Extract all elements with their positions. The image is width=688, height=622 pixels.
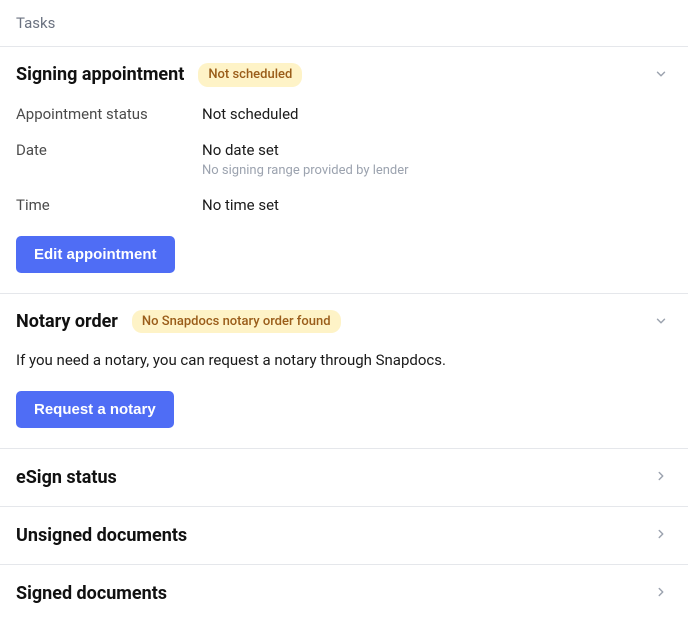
section-esign-status[interactable]: eSign status (0, 449, 688, 507)
notary-title: Notary order (16, 311, 118, 332)
status-value: Not scheduled (202, 105, 298, 123)
section-signed-documents[interactable]: Signed documents (0, 565, 688, 622)
esign-header[interactable]: eSign status (16, 467, 672, 488)
section-notary-order: Notary order No Snapdocs notary order fo… (0, 294, 688, 450)
date-value: No date set (202, 141, 409, 159)
signing-badge: Not scheduled (198, 63, 302, 87)
signing-title: Signing appointment (16, 64, 184, 85)
row-time: Time No time set (16, 196, 672, 214)
section-unsigned-documents[interactable]: Unsigned documents (0, 507, 688, 565)
chevron-down-icon[interactable] (654, 314, 668, 328)
tasks-header: Tasks (0, 0, 688, 47)
tasks-label: Tasks (16, 14, 55, 32)
time-value: No time set (202, 196, 279, 214)
chevron-right-icon[interactable] (654, 585, 668, 599)
row-appointment-status: Appointment status Not scheduled (16, 105, 672, 123)
date-label: Date (16, 141, 202, 159)
chevron-down-icon[interactable] (654, 67, 668, 81)
edit-appointment-button[interactable]: Edit appointment (16, 236, 175, 273)
chevron-right-icon[interactable] (654, 469, 668, 483)
date-note: No signing range provided by lender (202, 163, 409, 178)
time-label: Time (16, 196, 202, 214)
unsigned-title: Unsigned documents (16, 525, 187, 546)
unsigned-header[interactable]: Unsigned documents (16, 525, 672, 546)
section-signing-appointment: Signing appointment Not scheduled Appoin… (0, 47, 688, 294)
signing-header[interactable]: Signing appointment Not scheduled (16, 63, 672, 87)
notary-header[interactable]: Notary order No Snapdocs notary order fo… (16, 310, 672, 334)
signed-title: Signed documents (16, 583, 167, 604)
esign-title: eSign status (16, 467, 117, 488)
signed-header[interactable]: Signed documents (16, 583, 672, 604)
request-notary-button[interactable]: Request a notary (16, 391, 174, 428)
notary-badge: No Snapdocs notary order found (132, 310, 341, 334)
status-label: Appointment status (16, 105, 202, 123)
notary-info: If you need a notary, you can request a … (16, 351, 672, 369)
chevron-right-icon[interactable] (654, 527, 668, 541)
row-date: Date No date set No signing range provid… (16, 141, 672, 178)
